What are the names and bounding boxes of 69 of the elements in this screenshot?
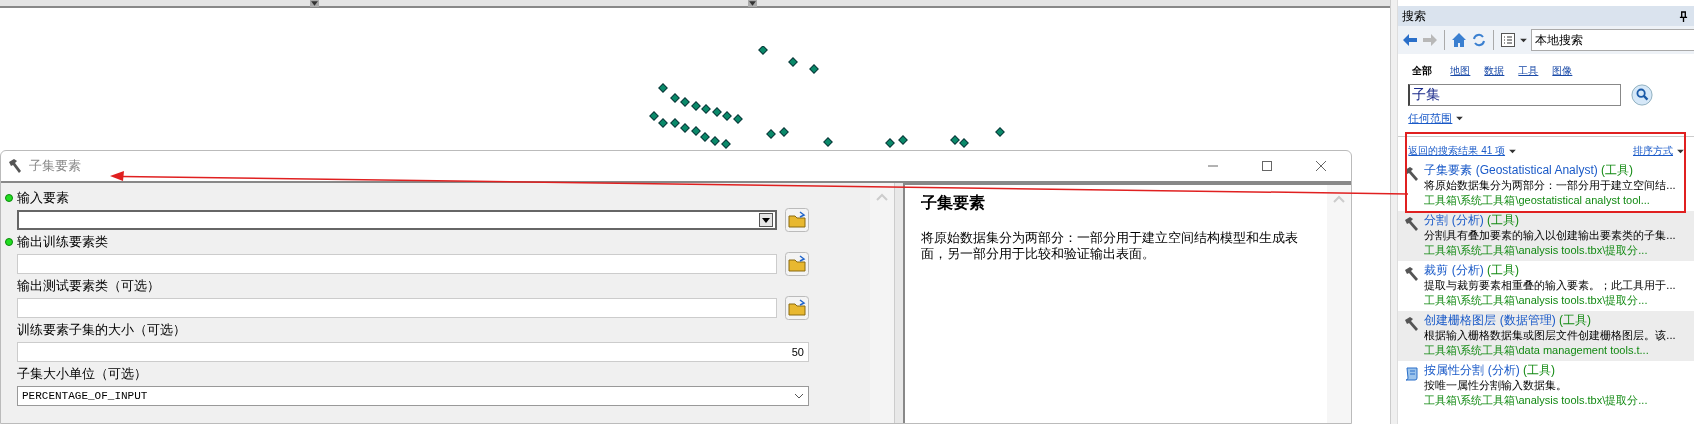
input-field[interactable] xyxy=(17,298,777,318)
result-description: 将原始数据集分为两部分：一部分用于建立空间结... xyxy=(1424,178,1676,193)
result-description: 根据输入栅格数据集或图层文件创建栅格图层。该... xyxy=(1424,328,1676,343)
pane-splitter[interactable] xyxy=(894,183,905,423)
close-icon[interactable] xyxy=(1315,160,1327,172)
hammer-icon xyxy=(1404,316,1421,332)
result-path: 工具箱\系统工具箱\analysis tools.tbx\提取分... xyxy=(1424,243,1649,258)
hammer-icon xyxy=(1404,166,1421,182)
category-tab[interactable]: 数据 xyxy=(1484,64,1505,78)
search-result[interactable]: 创建栅格图层 (数据管理) (工具) 根据输入栅格数据集或图层文件创建栅格图层。该... 工具箱\系统工具箱\data management tools.t... xyxy=(1398,311,1694,361)
result-type: (工具) xyxy=(1523,363,1556,377)
folder-icon[interactable] xyxy=(785,252,809,276)
sort-link[interactable]: 排序方式 xyxy=(1633,144,1673,158)
result-path: 工具箱\系统工具箱\analysis tools.tbx\提取分... xyxy=(1424,293,1649,308)
hammer-icon xyxy=(7,158,23,174)
scope-dropdown[interactable]: 本地搜索 xyxy=(1531,29,1694,51)
result-title-link[interactable]: 子集要素 (Geostatistical Analyst) xyxy=(1424,163,1598,177)
folder-icon[interactable] xyxy=(785,208,809,232)
unit-select[interactable]: PERCENTAGE_OF_INPUT xyxy=(17,386,809,406)
parameter-label: 训练要素子集的大小（可选） xyxy=(17,321,186,339)
hammer-icon xyxy=(1404,266,1421,282)
result-path: 工具箱\系统工具箱\data management tools.t... xyxy=(1424,343,1650,358)
folder-icon[interactable] xyxy=(785,296,809,320)
hammer-icon xyxy=(1404,216,1421,232)
dialog-title: 子集要素 xyxy=(29,157,81,175)
parameter-label: 输出测试要素类（可选） xyxy=(17,277,160,295)
maximize-icon[interactable] xyxy=(1261,160,1273,172)
parameter-label: 输出训练要素类 xyxy=(17,233,108,251)
caret-icon[interactable] xyxy=(1509,148,1517,154)
home-icon[interactable] xyxy=(1451,32,1468,48)
result-title-link[interactable]: 裁剪 (分析) xyxy=(1424,263,1484,277)
refresh-icon[interactable] xyxy=(1471,32,1488,48)
parameter-label: 子集大小单位（可选） xyxy=(17,365,147,383)
category-tab[interactable]: 地图 xyxy=(1450,64,1471,78)
help-title: 子集要素 xyxy=(921,193,986,213)
result-type: (工具) xyxy=(1559,313,1592,327)
help-text: 将原始数据集分为两部分：一部分用于建立空间结构模型和生成表面，另一部分用于比较和验证输出表面。 xyxy=(921,230,1299,262)
category-tab[interactable]: 图像 xyxy=(1552,64,1573,78)
chevron-down-icon xyxy=(794,393,804,399)
search-field[interactable]: 子集 xyxy=(1408,84,1622,106)
list-view-icon[interactable] xyxy=(1500,32,1517,48)
result-path: 工具箱\系统工具箱\analysis tools.tbx\提取分... xyxy=(1424,393,1648,408)
result-path: 工具箱\系统工具箱\geostatistical analyst tool... xyxy=(1424,193,1651,208)
back-arrow-icon[interactable] xyxy=(1402,32,1419,48)
panel-title: 搜索 xyxy=(1402,7,1427,25)
number-field[interactable]: 50 xyxy=(17,342,809,362)
range-link[interactable]: 任何范围 xyxy=(1408,111,1453,126)
result-type: (工具) xyxy=(1601,163,1634,177)
result-type: (工具) xyxy=(1487,263,1520,277)
result-title-link[interactable]: 分割 (分析) xyxy=(1424,213,1484,227)
caret-icon[interactable] xyxy=(1677,148,1684,154)
input-dropdown[interactable] xyxy=(17,210,777,230)
caret-icon[interactable] xyxy=(1520,37,1528,43)
input-field[interactable] xyxy=(17,254,777,274)
result-title-link[interactable]: 按属性分割 (分析) xyxy=(1424,363,1520,377)
results-summary-link[interactable]: 返回的搜索结果 41 项 xyxy=(1408,144,1506,158)
script-icon xyxy=(1404,366,1421,382)
pin-icon[interactable] xyxy=(1679,10,1688,22)
category-tab[interactable]: 工具 xyxy=(1518,64,1539,78)
search-icon[interactable] xyxy=(1631,84,1654,106)
result-type: (工具) xyxy=(1487,213,1520,227)
category-tab[interactable]: 全部 xyxy=(1408,64,1437,78)
result-description: 按唯一属性分割输入数据集。 xyxy=(1424,378,1569,393)
caret-icon[interactable] xyxy=(1456,116,1464,121)
result-description: 提取与裁剪要素相重叠的输入要素。；此工具用于... xyxy=(1424,278,1676,293)
result-title-link[interactable]: 创建栅格图层 (数据管理) xyxy=(1424,313,1556,327)
search-result[interactable]: 分割 (分析) (工具) 分割具有叠加要素的输入以创建输出要素类的子集... 工具箱\系统工具箱\analysis tools.tbx\提取分... xyxy=(1398,211,1694,261)
result-description: 分割具有叠加要素的输入以创建输出要素类的子集... xyxy=(1424,228,1676,243)
parameter-label: 输入要素 xyxy=(17,189,69,207)
